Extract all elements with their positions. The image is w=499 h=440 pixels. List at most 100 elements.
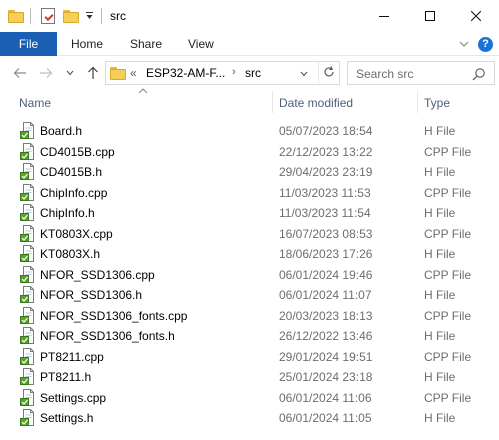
file-name: PT8211.cpp: [40, 349, 104, 364]
file-type: CPP File: [424, 267, 472, 282]
file-row[interactable]: Settings.h 06/01/2024 11:05 H File: [0, 407, 499, 428]
expand-ribbon-button[interactable]: [459, 36, 469, 52]
file-type: H File: [424, 370, 456, 384]
file-date-modified: 06/01/2024 11:06: [279, 390, 372, 405]
maximize-icon: [425, 11, 435, 21]
source-file-icon: [20, 368, 36, 385]
path-overflow[interactable]: «: [130, 66, 137, 80]
file-row[interactable]: NFOR_SSD1306_fonts.cpp 20/03/2023 18:13 CP…: [0, 305, 499, 326]
source-file-icon: [20, 183, 36, 201]
file-date-modified: 18/06/2023 17:26: [279, 247, 373, 261]
back-button[interactable]: [10, 63, 30, 83]
minimize-button[interactable]: [361, 0, 407, 32]
file-name: NFOR_SSD1306.h: [40, 288, 143, 302]
file-date-modified: 25/01/2024 23:18: [279, 370, 373, 384]
file-type: CPP File: [424, 390, 472, 405]
refresh-icon: [324, 66, 334, 77]
source-file-icon: [20, 122, 36, 139]
column-divider[interactable]: [272, 91, 273, 113]
file-type: H File: [424, 165, 456, 179]
address-bar[interactable]: « ESP32-AM-F... › src: [105, 61, 340, 85]
file-row[interactable]: KT0803X.h 18/06/2023 17:26 H File: [0, 243, 499, 264]
sort-ascending-icon: [138, 86, 148, 96]
refresh-button[interactable]: [318, 61, 338, 83]
source-file-icon: [20, 347, 36, 365]
file-date-modified: 22/12/2023 13:22: [279, 144, 373, 159]
file-type: H File: [424, 411, 456, 425]
chevron-down-icon: [66, 70, 74, 76]
source-file-icon: [20, 142, 36, 160]
navigation-bar: « ESP32-AM-F... › src Search src: [0, 57, 499, 89]
file-row[interactable]: CD4015B.h 29/04/2023 23:19 H File: [0, 161, 499, 182]
tab-share[interactable]: Share: [130, 32, 162, 56]
file-row[interactable]: NFOR_SSD1306_fonts.h 26/12/2022 13:46 H Fi…: [0, 325, 499, 346]
file-row[interactable]: CD4015B.cpp 22/12/2023 13:22 CPP File: [0, 141, 499, 162]
file-row[interactable]: KT0803X.cpp 16/07/2023 08:53 CPP File: [0, 223, 499, 244]
file-type: H File: [424, 206, 456, 220]
file-name: NFOR_SSD1306_fonts.h: [40, 329, 175, 343]
file-date-modified: 05/07/2023 18:54: [279, 124, 373, 138]
arrow-left-icon: [13, 68, 26, 78]
file-name: Settings.h: [40, 411, 94, 425]
close-button[interactable]: [453, 0, 499, 32]
file-row[interactable]: ChipInfo.cpp 11/03/2023 11:53 CPP File: [0, 182, 499, 203]
file-date-modified: 29/01/2024 19:51: [279, 349, 373, 364]
file-row[interactable]: ChipInfo.h 11/03/2023 11:54 H File: [0, 202, 499, 223]
address-history-button[interactable]: [300, 68, 308, 80]
file-row[interactable]: PT8211.cpp 29/01/2024 19:51 CPP File: [0, 346, 499, 367]
chevron-right-icon[interactable]: ›: [232, 66, 236, 78]
file-row[interactable]: PT8211.h 25/01/2024 23:18 H File: [0, 366, 499, 387]
file-type: CPP File: [424, 349, 472, 364]
file-date-modified: 16/07/2023 08:53: [279, 226, 373, 241]
file-date-modified: 26/12/2022 13:46: [279, 329, 373, 343]
source-file-icon: [20, 388, 36, 406]
file-type: CPP File: [424, 185, 472, 200]
new-folder-icon[interactable]: [63, 7, 79, 25]
file-date-modified: 11/03/2023 11:54: [279, 206, 371, 220]
file-row[interactable]: Settings.cpp 06/01/2024 11:06 CPP File: [0, 387, 499, 408]
file-type: H File: [424, 329, 456, 343]
tab-home[interactable]: Home: [71, 32, 103, 56]
recent-locations-button[interactable]: [60, 63, 80, 83]
arrow-right-icon: [40, 68, 53, 78]
column-name[interactable]: Name: [19, 96, 51, 110]
column-type[interactable]: Type: [424, 96, 450, 110]
breadcrumb-segment[interactable]: ESP32-AM-F...: [146, 66, 225, 80]
source-file-icon: [20, 327, 36, 344]
file-date-modified: 06/01/2024 19:46: [279, 267, 373, 282]
forward-button[interactable]: [36, 63, 56, 83]
column-date-modified[interactable]: Date modified: [279, 96, 353, 110]
search-input[interactable]: Search src: [347, 61, 495, 85]
source-file-icon: [20, 163, 36, 180]
chevron-down-icon: [459, 41, 469, 47]
up-button[interactable]: [83, 63, 103, 83]
qa-separator: [101, 7, 102, 25]
file-name: NFOR_SSD1306_fonts.cpp: [40, 308, 188, 323]
file-row[interactable]: NFOR_SSD1306.h 06/01/2024 11:07 H File: [0, 284, 499, 305]
file-date-modified: 29/04/2023 23:19: [279, 165, 373, 179]
customize-toolbar-chevron-icon[interactable]: [85, 7, 94, 25]
qa-separator: [30, 7, 31, 25]
file-date-modified: 11/03/2023 11:53: [279, 185, 371, 200]
folder-icon: [8, 7, 24, 25]
breadcrumb-segment[interactable]: src: [245, 66, 261, 80]
help-button[interactable]: ?: [478, 36, 493, 52]
file-date-modified: 06/01/2024 11:07: [279, 288, 372, 302]
source-file-icon: [20, 224, 36, 242]
column-divider[interactable]: [417, 91, 418, 113]
help-icon: ?: [478, 36, 493, 52]
tab-view[interactable]: View: [188, 32, 214, 56]
file-row[interactable]: Board.h 05/07/2023 18:54 H File: [0, 120, 499, 141]
column-header-row: Name Date modified Type: [0, 86, 499, 115]
source-file-icon: [20, 204, 36, 221]
file-type: CPP File: [424, 144, 472, 159]
file-name: NFOR_SSD1306.cpp: [40, 267, 155, 282]
tab-file[interactable]: File: [0, 32, 57, 56]
maximize-button[interactable]: [407, 0, 453, 32]
source-file-icon: [20, 306, 36, 324]
properties-icon[interactable]: [41, 7, 55, 25]
file-row[interactable]: NFOR_SSD1306.cpp 06/01/2024 19:46 CPP File: [0, 264, 499, 285]
file-name: Board.h: [40, 124, 83, 138]
file-name: KT0803X.h: [40, 247, 101, 261]
file-type: CPP File: [424, 226, 472, 241]
